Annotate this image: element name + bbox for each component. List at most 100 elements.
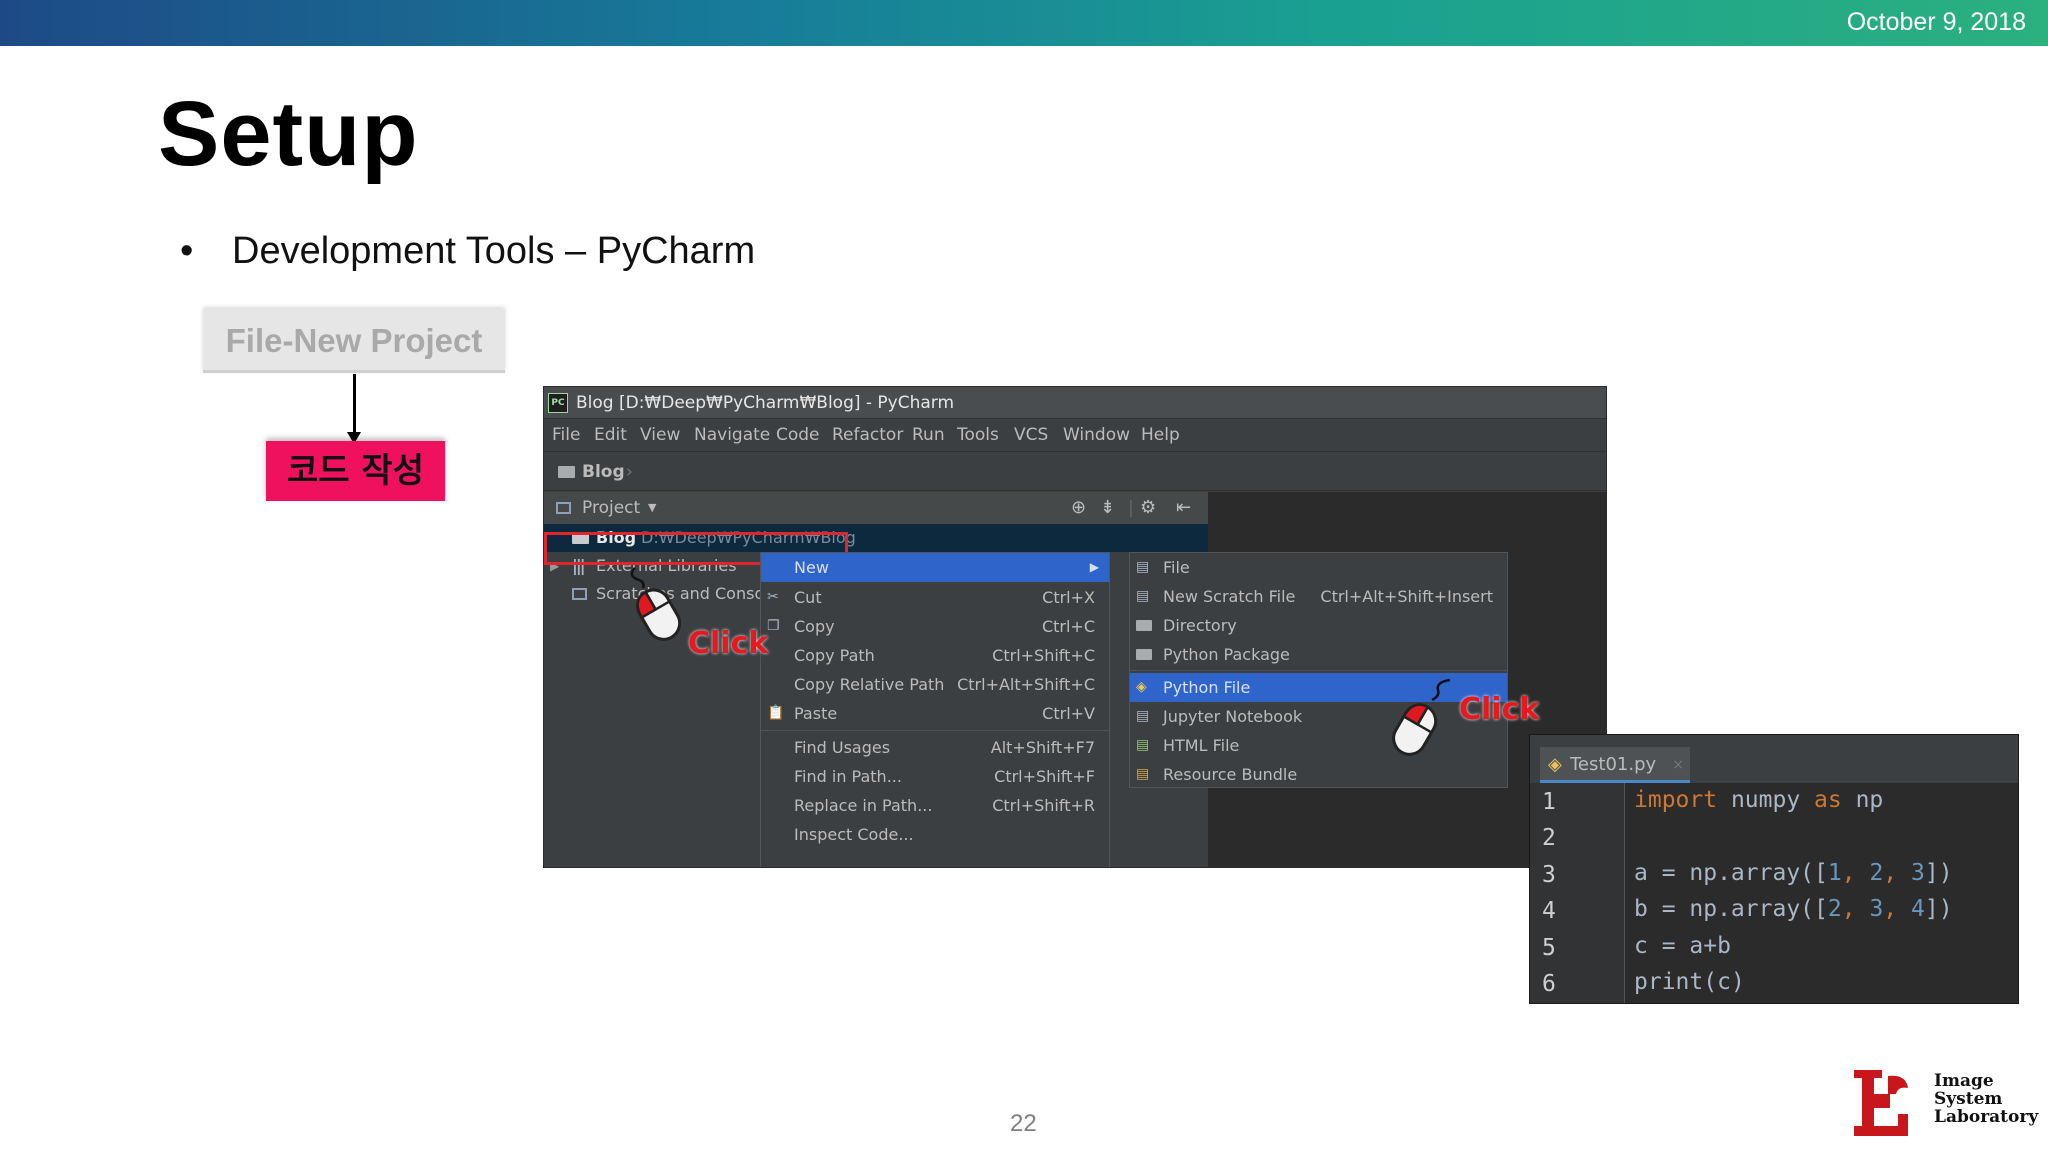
new-submenu: ▤ File ▤ New Scratch File Ctrl+Alt+Shift…	[1129, 552, 1508, 788]
lab-name: Image System Laboratory	[1934, 1072, 2038, 1126]
submenu-item-python-package[interactable]: Python Package	[1130, 640, 1507, 669]
menu-item-new[interactable]: New ▶	[761, 553, 1109, 582]
code-token: 3	[1869, 896, 1884, 922]
lab-name-line: Laboratory	[1934, 1107, 2039, 1127]
breadcrumb-blog[interactable]: Blog	[582, 452, 625, 492]
submenu-item-html-file[interactable]: ▤ HTML File	[1130, 731, 1507, 760]
code-token: a = np.array([	[1634, 860, 1828, 886]
code-token: 2	[1869, 860, 1884, 886]
menu-item-label: File	[1163, 558, 1190, 577]
submenu-item-new-scratch-file[interactable]: ▤ New Scratch File Ctrl+Alt+Shift+Insert	[1130, 582, 1507, 611]
menu-item-label: Python Package	[1163, 645, 1290, 664]
code-editor: ◈ Test01.py × 1 2 3 4 5 6 import numpy a…	[1529, 734, 2019, 1004]
project-view-selector[interactable]: Project	[582, 492, 640, 524]
mouse-click-icon	[630, 567, 682, 641]
code-token: ,	[1883, 860, 1911, 886]
submenu-item-jupyter-notebook[interactable]: ▤ Jupyter Notebook	[1130, 702, 1507, 731]
slide-date: October 9, 2018	[1846, 8, 2026, 36]
target-icon[interactable]: ⊕	[1071, 492, 1086, 524]
menu-item-shortcut: Ctrl+V	[1042, 704, 1095, 723]
menu-item-replace-in-path[interactable]: Replace in Path... Ctrl+Shift+R	[761, 791, 1109, 820]
menu-item-label: Copy Relative Path	[794, 675, 945, 694]
menu-item-copy-relative-path[interactable]: Copy Relative Path Ctrl+Alt+Shift+C	[761, 670, 1109, 699]
menu-edit[interactable]: Edit	[594, 420, 627, 450]
lab-name-line: System	[1934, 1089, 2003, 1109]
menu-view[interactable]: View	[640, 420, 680, 450]
submenu-item-directory[interactable]: Directory	[1130, 611, 1507, 640]
menu-help[interactable]: Help	[1141, 420, 1180, 450]
submenu-item-resource-bundle[interactable]: ▤ Resource Bundle	[1130, 760, 1507, 789]
menu-item-copy-path[interactable]: Copy Path Ctrl+Shift+C	[761, 641, 1109, 670]
menu-item-cut[interactable]: ✂ Cut Ctrl+X	[761, 583, 1109, 612]
menu-item-shortcut: Ctrl+Alt+Shift+Insert	[1320, 587, 1493, 606]
cut-icon: ✂	[767, 589, 779, 605]
gear-icon[interactable]: ⚙	[1140, 492, 1156, 524]
hide-icon[interactable]: ⇤	[1176, 492, 1191, 524]
menu-item-find-usages[interactable]: Find Usages Alt+Shift+F7	[761, 733, 1109, 762]
code-token: ,	[1841, 860, 1870, 886]
close-icon[interactable]: ×	[1672, 747, 1684, 783]
code-token: ,	[1841, 896, 1870, 922]
editor-tab-test01[interactable]: ◈ Test01.py ×	[1540, 747, 1690, 783]
menu-file[interactable]: File	[552, 420, 580, 450]
code-token: ])	[1924, 896, 1953, 922]
click-annotation-1: Click	[688, 626, 769, 661]
menu-run[interactable]: Run	[912, 420, 945, 450]
menu-tools[interactable]: Tools	[957, 420, 999, 450]
code-token: (c)	[1703, 969, 1745, 995]
menu-refactor[interactable]: Refactor	[832, 420, 903, 450]
code-line: c = a+b	[1634, 933, 1731, 959]
code-token: numpy	[1717, 787, 1815, 813]
slide-title: Setup	[158, 83, 419, 185]
dropdown-arrow-icon[interactable]: ▼	[648, 492, 656, 524]
menu-item-label: Resource Bundle	[1163, 765, 1298, 784]
line-number: 3	[1542, 862, 1556, 888]
menu-item-label: Cut	[794, 588, 822, 607]
menu-item-find-in-path[interactable]: Find in Path... Ctrl+Shift+F	[761, 762, 1109, 791]
menu-item-label: Replace in Path...	[794, 796, 933, 815]
menu-window[interactable]: Window	[1063, 420, 1130, 450]
menu-item-label: New	[794, 558, 829, 577]
lab-logo-icon	[1854, 1070, 1908, 1136]
submenu-item-python-file[interactable]: ◈ Python File	[1130, 673, 1507, 702]
menu-item-shortcut: Ctrl+X	[1042, 588, 1095, 607]
editor-tab-bar: ◈ Test01.py ×	[1530, 735, 2018, 783]
package-icon	[1136, 649, 1152, 660]
flow-arrow-line	[353, 374, 356, 438]
menu-item-label: Inspect Code...	[794, 825, 914, 844]
collapse-icon[interactable]: ⇟	[1100, 492, 1115, 524]
code-token: 2	[1827, 896, 1842, 922]
file-icon: ▤	[1136, 559, 1150, 575]
line-number: 5	[1542, 935, 1556, 961]
click-annotation-2: Click	[1459, 692, 1540, 727]
line-number-gutter: 1 2 3 4 5 6	[1530, 783, 1625, 1003]
menu-item-label: Find in Path...	[794, 767, 902, 786]
menu-item-inspect-code[interactable]: Inspect Code...	[761, 820, 1109, 849]
code-line: import numpy as np	[1634, 787, 1883, 813]
code-token: import	[1634, 787, 1718, 813]
menu-item-shortcut: Ctrl+Shift+F	[994, 767, 1095, 786]
menu-item-shortcut: Alt+Shift+F7	[990, 738, 1095, 757]
code-token: 4	[1911, 896, 1925, 922]
menu-item-label: Python File	[1163, 678, 1251, 697]
window-titlebar: PC Blog [D:₩Deep₩PyCharm₩Blog] - PyCharm	[544, 387, 1606, 419]
code-token: ,	[1883, 896, 1911, 922]
paste-icon: 📋	[767, 705, 785, 721]
menu-item-copy[interactable]: ❐ Copy Ctrl+C	[761, 612, 1109, 641]
copy-icon: ❐	[767, 618, 780, 634]
navigation-bar: Blog ›	[544, 451, 1606, 491]
menu-item-shortcut: Ctrl+Shift+R	[992, 796, 1095, 815]
menu-item-paste[interactable]: 📋 Paste Ctrl+V	[761, 699, 1109, 728]
menu-separator	[761, 730, 1109, 731]
menu-vcs[interactable]: VCS	[1014, 420, 1048, 450]
menu-item-label: Copy Path	[794, 646, 875, 665]
code-token: np	[1841, 787, 1884, 813]
submenu-item-file[interactable]: ▤ File	[1130, 553, 1507, 582]
flow-step-file-new-project: File-New Project	[203, 309, 505, 373]
pycharm-logo-icon: PC	[548, 393, 568, 413]
project-panel-header: Project ▼ ⊕ ⇟ | ⚙ ⇤	[544, 492, 1208, 524]
menu-navigate[interactable]: Navigate	[694, 420, 770, 450]
code-token: as	[1814, 787, 1842, 813]
menu-code[interactable]: Code	[776, 420, 820, 450]
line-number: 6	[1542, 971, 1556, 997]
